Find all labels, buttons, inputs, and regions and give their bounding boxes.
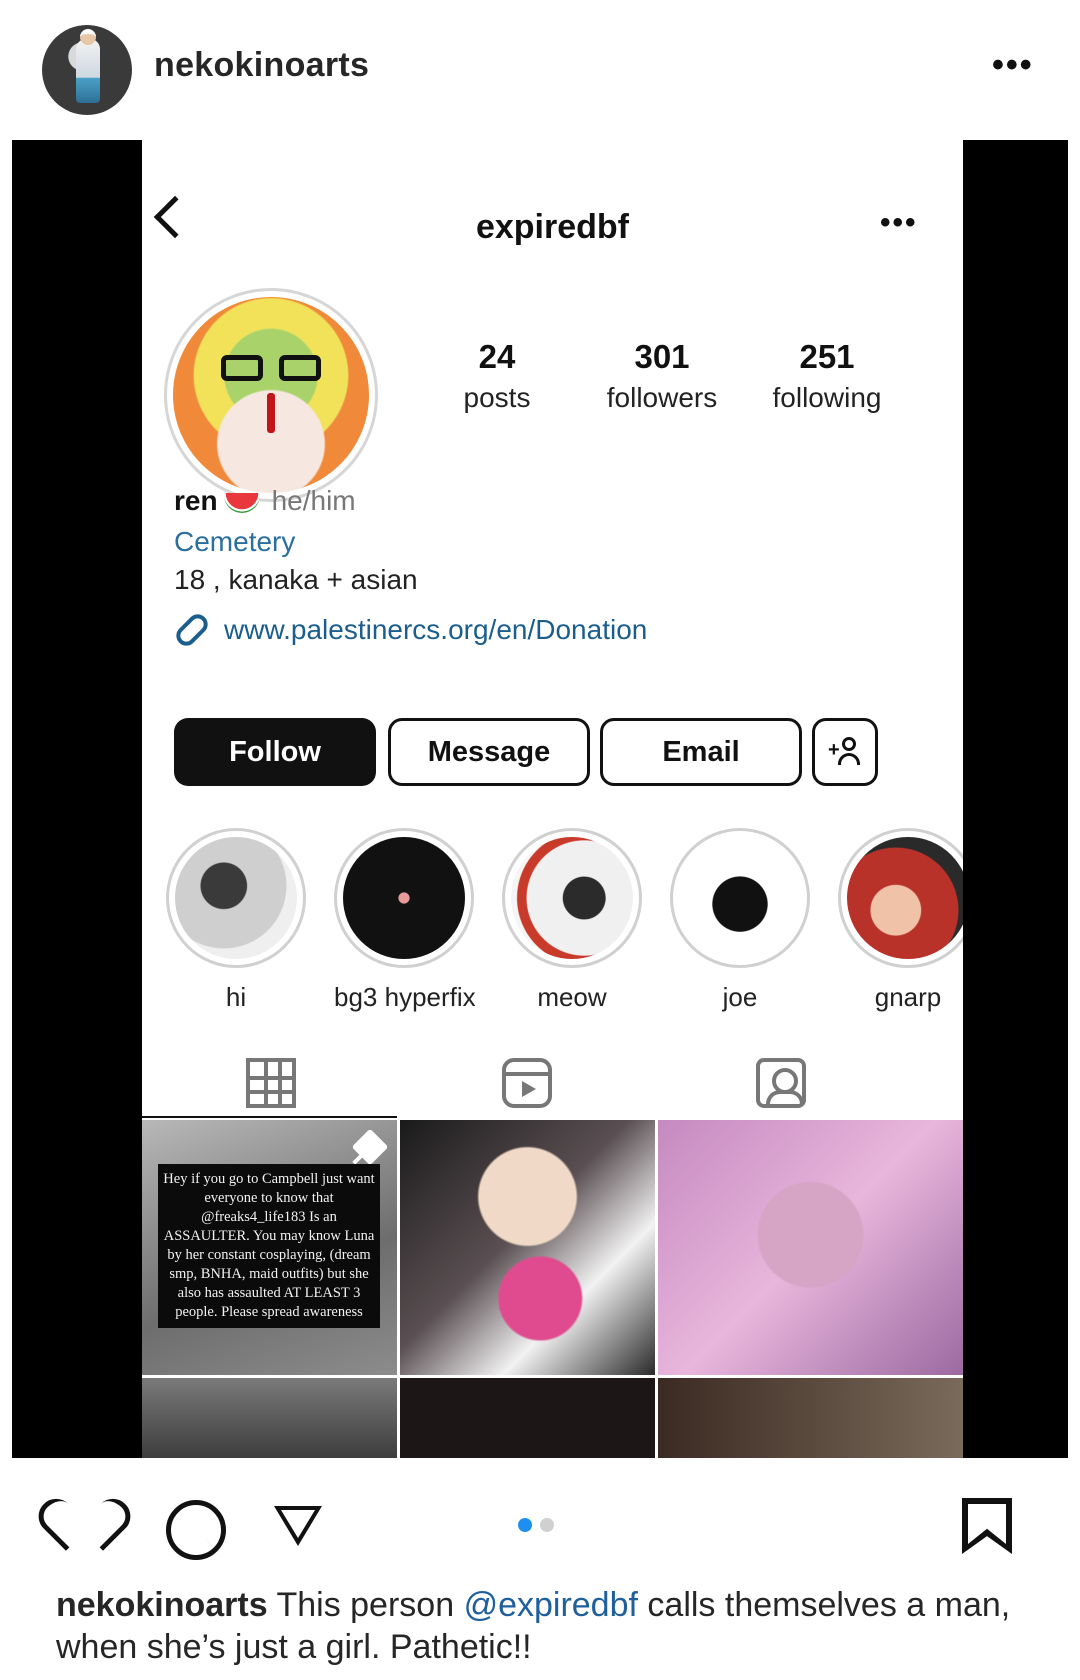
profile-link: www.palestinercs.org/en/Donation [172,610,648,650]
bookmark-icon[interactable] [962,1498,1012,1554]
follow-button: Follow [174,718,376,786]
profile-name-line: ren he/him [174,485,356,517]
more-options-icon[interactable]: ••• [992,46,1034,85]
stat-label: following [772,382,882,413]
highlight: bg3 hyperfix [334,828,476,1013]
highlight-label: bg3 hyperfix [334,982,476,1012]
caption-mention[interactable]: @expiredbf [464,1586,638,1624]
add-user-icon: + [828,737,862,767]
grid-post [400,1378,655,1458]
embedded-profile-screenshot: expiredbf ••• 24 posts 301 followers 251… [142,140,963,1458]
stat-number: 301 [634,338,690,375]
reels-icon [502,1058,552,1108]
profile-tabs [142,1048,963,1118]
post-caption: nekokinoarts This person @expiredbf call… [56,1584,1036,1668]
watermelon-icon [223,492,260,513]
highlight: meow [502,828,642,1013]
post-grid: Hey if you go to Campbell just want ever… [142,1120,963,1458]
stat-label: followers [606,382,718,413]
profile-username: expiredbf [475,208,630,246]
stat-number: 24 [478,338,516,375]
stat-posts: 24 posts [422,338,572,414]
caption-author[interactable]: nekokinoarts [56,1586,268,1624]
highlight-label: gnarp [874,982,942,1012]
profile-link-text: www.palestinercs.org/en/Donation [224,614,648,645]
highlight-label: joe [722,982,758,1012]
heart-icon[interactable] [52,1496,112,1556]
carousel-dot-active [518,1518,532,1532]
grid-icon [246,1058,296,1108]
share-icon[interactable] [268,1496,328,1556]
carousel-dot [540,1518,554,1532]
highlight: gnarp [838,828,963,1013]
carousel-dots [518,1518,554,1532]
grid-post [658,1378,963,1458]
grid-post [400,1120,655,1375]
profile-bio: 18 , kanaka + asian [174,564,418,595]
message-button: Message [388,718,590,786]
tagged-icon [756,1058,806,1108]
add-user-button: + [812,718,878,786]
stat-followers: 301 followers [587,338,737,414]
highlight: hi [166,828,306,1013]
avatar[interactable] [42,25,132,115]
pinned-post-text: Hey if you go to Campbell just want ever… [158,1164,380,1328]
grid-post: Hey if you go to Campbell just want ever… [142,1120,397,1375]
comment-icon[interactable] [162,1496,226,1560]
stat-number: 251 [799,338,855,375]
profile-pronouns: he/him [271,485,356,516]
highlight-label: hi [225,982,247,1012]
post-header: nekokinoarts ••• [12,0,1068,140]
post-footer: nekokinoarts This person @expiredbf call… [0,1458,1080,1680]
highlight-label: meow [537,982,607,1012]
profile-avatar [164,288,378,502]
email-button: Email [600,718,802,786]
post-image[interactable]: expiredbf ••• 24 posts 301 followers 251… [12,140,1068,1458]
active-tab-indicator [142,1116,397,1118]
more-options-icon: ••• [880,206,918,239]
stat-following: 251 following [752,338,902,414]
link-icon [172,610,212,650]
profile-name: ren [174,485,218,516]
caption-text: This person [276,1586,455,1624]
profile-category: Cemetery [174,526,296,557]
grid-post [658,1120,963,1375]
stat-label: posts [463,382,531,413]
grid-post [142,1378,397,1458]
pin-icon [351,1128,389,1166]
highlight: joe [670,828,810,1013]
post-username[interactable]: nekokinoarts [154,46,369,85]
